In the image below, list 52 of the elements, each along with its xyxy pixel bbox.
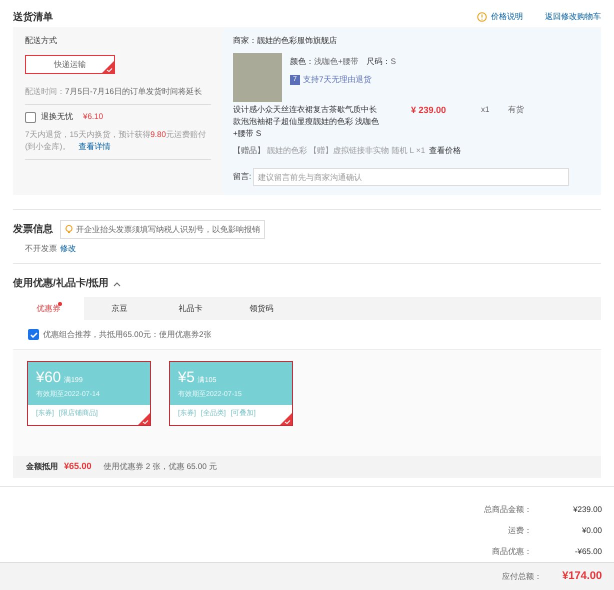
merchant-name: 商家：靓娃的色彩服饰旗舰店 bbox=[233, 35, 338, 47]
tab[interactable]: 优惠券 bbox=[13, 297, 84, 320]
info-icon bbox=[477, 12, 487, 22]
tab[interactable]: 领货码 bbox=[226, 297, 297, 320]
payable-amount: ¥174.00 bbox=[562, 569, 602, 584]
gift-tag: 【赠品】 bbox=[233, 145, 265, 157]
delivery-time: 配送时间：7月5日-7月16日的订单发货时间将延长 bbox=[25, 86, 211, 105]
total-value: ¥0.00 bbox=[580, 525, 602, 537]
product-title: 设计感小众天丝连衣裙复古茶歇气质中长款泡泡袖裙子超仙显瘦靓娃的色彩 浅咖色+腰带 S bbox=[233, 104, 380, 140]
payable-label: 应付总额： bbox=[502, 570, 542, 582]
insurance-price: ¥6.10 bbox=[83, 111, 104, 123]
product-price: ¥ 239.00 bbox=[411, 104, 448, 117]
shipping-method-button[interactable]: 快递运输 bbox=[25, 55, 115, 74]
coupon-amount: ¥60 bbox=[36, 368, 62, 388]
insurance-checkbox[interactable] bbox=[25, 112, 36, 122]
section-title: 发票信息 bbox=[13, 222, 53, 237]
note-input-field[interactable]: 建议留言前先与商家沟通确认 bbox=[253, 168, 570, 186]
lightbulb-icon bbox=[65, 225, 73, 234]
tab[interactable]: 礼品卡 bbox=[155, 297, 226, 320]
invoice-value: 不开发票 bbox=[25, 244, 57, 253]
summary-label: 金额抵用 bbox=[26, 461, 58, 473]
insurance-note: 7天内退货，15天内换货，预计获得9.80元运费赔付(到小金库)。 查看详情 bbox=[25, 129, 211, 160]
gift-text: 靓娃的色彩 【赠】虚拟链接非实物 随机 L ×1 bbox=[267, 145, 426, 157]
tab[interactable]: 京豆 bbox=[84, 297, 155, 320]
total-value: -¥65.00 bbox=[574, 546, 602, 558]
total-label: 总商品金额： bbox=[484, 504, 532, 516]
price-info-link[interactable]: 价格说明 bbox=[491, 11, 523, 23]
back-to-cart-link[interactable]: 返回修改购物车 bbox=[545, 11, 601, 23]
quantity: x1 bbox=[481, 104, 490, 116]
insurance-label: 退换无忧 bbox=[41, 111, 73, 123]
section-title: 使用优惠/礼品卡/抵用 bbox=[13, 276, 109, 291]
summary-text: 使用优惠券 2 张，优惠 65.00 元 bbox=[104, 461, 217, 473]
total-label: 运费： bbox=[508, 525, 532, 537]
combo-checkbox[interactable] bbox=[28, 329, 39, 340]
total-value: ¥239.00 bbox=[572, 504, 602, 516]
section-title: 送货清单 bbox=[13, 10, 53, 24]
note-label: 留言: bbox=[233, 171, 252, 183]
coupon-amount: ¥5 bbox=[178, 368, 195, 388]
photo-placeholder bbox=[233, 53, 282, 102]
total-label: 商品优惠： bbox=[492, 546, 532, 558]
stock-status: 有货 bbox=[508, 104, 524, 116]
color-option: 颜色：浅咖色+腰带 bbox=[290, 56, 359, 68]
edit-link[interactable]: 修改 bbox=[60, 244, 76, 253]
shipping-label: 配送方式 bbox=[25, 35, 58, 47]
invoice-tip: 开企业抬头发票须填写纳税人识别号，以免影响报销 bbox=[60, 220, 265, 239]
size-option: 尺码：S bbox=[366, 56, 396, 68]
chevron-up-icon[interactable] bbox=[112, 280, 121, 286]
view-price-link[interactable]: 查看价格 bbox=[429, 145, 462, 157]
combo-label: 优惠组合推荐，共抵用65.00元：使用优惠券2张 bbox=[43, 328, 212, 340]
return-policy: 支持7天无理由退货 bbox=[303, 74, 372, 86]
details-link[interactable]: 查看详情 bbox=[78, 142, 110, 151]
summary-amount: ¥65.00 bbox=[64, 460, 92, 474]
